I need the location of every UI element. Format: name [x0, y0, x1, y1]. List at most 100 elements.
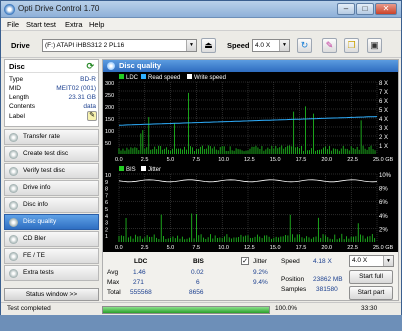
- chevron-down-icon: ▼: [186, 40, 196, 51]
- y-tick-left: 1: [105, 234, 108, 240]
- disc-key: Label: [9, 113, 25, 120]
- avg-label: Avg: [107, 269, 119, 276]
- sidebar-item-drive-info[interactable]: Drive info: [4, 180, 99, 196]
- speed-select[interactable]: 4.0 X ▼: [252, 39, 290, 52]
- sidebar-item-extra-tests[interactable]: Extra tests: [4, 265, 99, 281]
- eject-icon[interactable]: ⏏: [201, 38, 216, 53]
- disc-panel-title: Disc ⟳: [5, 60, 98, 73]
- disc-quality-icon: [107, 62, 115, 70]
- minimize-button[interactable]: –: [337, 3, 355, 15]
- menu-help[interactable]: Help: [89, 20, 104, 29]
- refresh-icon[interactable]: ↻: [297, 38, 312, 53]
- max-bis: 6: [196, 279, 200, 286]
- chevron-down-icon: ▼: [383, 256, 393, 266]
- sidebar-item-cd-bler[interactable]: CD Bler: [4, 231, 99, 247]
- sidebar-item-create-test-disc[interactable]: Create test disc: [4, 146, 99, 162]
- copy-icon[interactable]: ❐: [344, 38, 359, 53]
- speed-stat-label: Speed: [281, 258, 300, 265]
- progress-bar: [102, 306, 270, 314]
- y-tick-right: 5 X: [379, 108, 388, 114]
- x-tick: 22.5: [347, 157, 358, 163]
- drive-info-icon: [9, 184, 18, 193]
- y-tick-right: 4 X: [379, 117, 388, 123]
- jitter-checkbox[interactable]: ✓: [241, 257, 249, 265]
- y-tick-left: 250: [105, 93, 114, 99]
- x-tick: 7.5: [192, 157, 200, 163]
- chevron-down-icon: ▼: [279, 40, 289, 51]
- legend-ldc: LDC: [126, 75, 139, 81]
- disc-row-length: Length 23.31 GB: [9, 94, 96, 103]
- sidebar-item-disc-quality[interactable]: Disc quality: [4, 214, 99, 230]
- nav-label: Drive info: [23, 184, 51, 191]
- samples-label: Samples: [281, 286, 307, 293]
- y-tick-left: 3: [105, 221, 108, 227]
- nav-label: Extra tests: [23, 269, 54, 276]
- drive-label: Drive: [11, 41, 30, 50]
- refresh-disc-icon[interactable]: ⟳: [86, 61, 94, 72]
- x-tick: 10.0: [218, 245, 229, 251]
- disc-row-contents: Contents data: [9, 103, 96, 112]
- toolbar: Drive (F:) ATAPI iHBS312 2 PL16 ▼ ⏏ Spee…: [1, 32, 401, 58]
- y-tick-left: 10: [105, 173, 111, 179]
- test-speed-value: 4.0 X: [352, 257, 368, 264]
- close-button[interactable]: ✕: [375, 3, 397, 15]
- start-part-button[interactable]: Start part: [349, 286, 393, 300]
- status-window-button[interactable]: Status window >>: [4, 288, 99, 301]
- y-tick-left: 150: [105, 117, 114, 123]
- x-tick: 15.0: [270, 157, 281, 163]
- sidebar-item-verify-test-disc[interactable]: Verify test disc: [4, 163, 99, 179]
- y-tick-right: 2%: [379, 227, 388, 233]
- disc-panel-title-text: Disc: [9, 62, 25, 71]
- x-tick: 5.0: [167, 245, 175, 251]
- sidebar-item-disc-info[interactable]: Disc info: [4, 197, 99, 213]
- label-edit-icon[interactable]: ✎: [87, 111, 97, 121]
- app-disc-icon: [4, 4, 15, 15]
- status-bar: Test completed 100.0% 33:30: [1, 302, 401, 315]
- nav-label: Disc quality: [23, 218, 57, 225]
- cd-bler-icon: [9, 235, 18, 244]
- x-tick: 22.5: [347, 245, 358, 251]
- menu-bar: File Start test Extra Help: [1, 18, 401, 31]
- window-title: Opti Drive Control 1.70: [18, 4, 100, 13]
- ldc-column-header: LDC: [134, 258, 148, 265]
- y-tick-right: 6 X: [379, 99, 388, 105]
- y-tick-right: 3 X: [379, 126, 388, 132]
- jitter-label: Jitter: [253, 258, 268, 265]
- disc-row-label: Label ✎: [9, 111, 97, 122]
- test-speed-select[interactable]: 4.0 X ▼: [349, 255, 394, 267]
- x-tick: 15.0: [270, 245, 281, 251]
- position-value: 23862 MB: [313, 276, 343, 283]
- stats-panel: LDC BIS Avg 1.46 0.02 Max 271 6 Total 55…: [103, 254, 398, 301]
- x-tick: 25.0 GB: [373, 245, 394, 251]
- sidebar-item-transfer-rate[interactable]: Transfer rate: [4, 129, 99, 145]
- elapsed-time: 33:30: [361, 305, 378, 312]
- y-tick-left: 100: [105, 129, 114, 135]
- start-full-button[interactable]: Start full: [349, 270, 393, 284]
- menu-start-test[interactable]: Start test: [26, 20, 56, 29]
- ldc-legend: LDC Read speed Write speed: [119, 74, 226, 81]
- legend-write-speed: Write speed: [194, 75, 226, 81]
- y-tick-left: 4: [105, 214, 108, 220]
- disc-value: MEIT02 (001): [56, 85, 96, 92]
- speed-stat-value: 4.18 X: [313, 258, 332, 265]
- x-tick: 7.5: [192, 245, 200, 251]
- disc-quality-icon: [9, 218, 18, 227]
- disc-value: BD-R: [80, 76, 96, 83]
- title-bar[interactable]: Opti Drive Control 1.70 – □ ✕: [1, 1, 401, 18]
- avg-bis: 0.02: [191, 269, 204, 276]
- nav-label: CD Bler: [23, 235, 46, 242]
- maximize-button[interactable]: □: [356, 3, 374, 15]
- menu-file[interactable]: File: [7, 20, 19, 29]
- x-tick: 12.5: [244, 245, 255, 251]
- y-tick-left: 9: [105, 180, 108, 186]
- speed-value: 4.0 X: [255, 42, 271, 49]
- sidebar-item-fe-te[interactable]: FE / TE: [4, 248, 99, 264]
- total-ldc: 555568: [130, 289, 152, 296]
- y-tick-right: 7 X: [379, 90, 388, 96]
- save-icon[interactable]: ▣: [367, 38, 382, 53]
- drive-select[interactable]: (F:) ATAPI iHBS312 2 PL16 ▼: [42, 39, 197, 52]
- progress-percent: 100.0%: [275, 305, 298, 312]
- erase-disc-icon[interactable]: ✎: [322, 38, 337, 53]
- menu-extra[interactable]: Extra: [65, 20, 83, 29]
- nav-label: Disc info: [23, 201, 48, 208]
